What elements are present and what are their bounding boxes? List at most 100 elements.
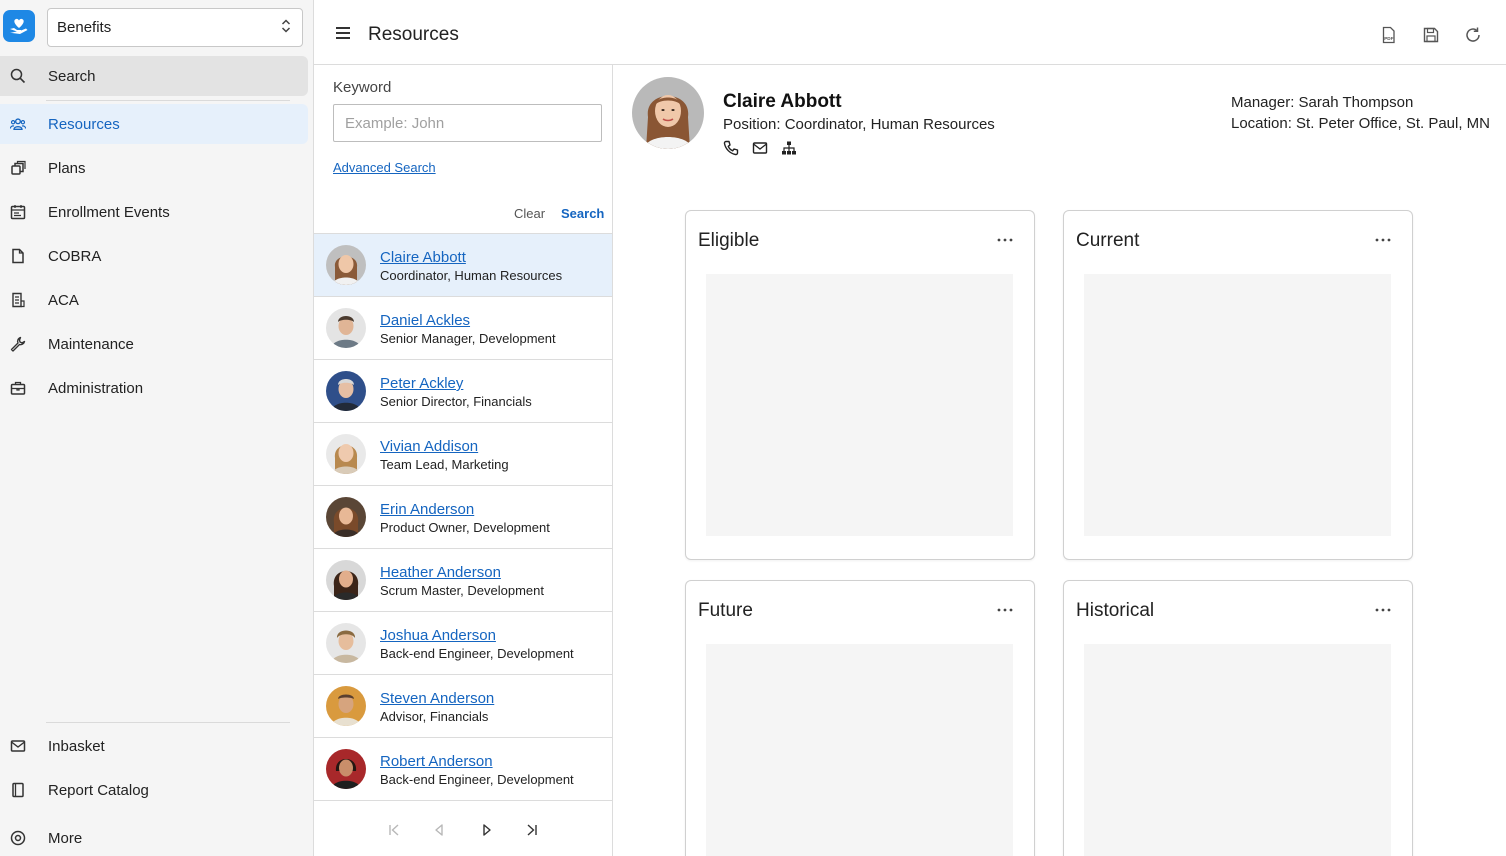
sidebar-item-label: COBRA <box>48 247 102 265</box>
sidebar-item-report-catalog[interactable]: Report Catalog <box>0 770 308 810</box>
result-title: Product Owner, Development <box>380 520 550 535</box>
sidebar: Benefits Search Resources Plans Enrollme… <box>0 0 314 856</box>
avatar <box>326 686 366 726</box>
avatar <box>326 308 366 348</box>
result-title: Senior Manager, Development <box>380 331 556 346</box>
hamburger-menu-icon[interactable] <box>336 27 350 39</box>
contact-icons <box>723 140 797 156</box>
form-list-icon <box>10 292 26 308</box>
email-icon[interactable] <box>752 140 768 156</box>
sidebar-item-label: Maintenance <box>48 335 134 353</box>
pagination <box>314 818 612 842</box>
phone-icon[interactable] <box>723 140 739 156</box>
historical-card: Historical <box>1063 580 1413 856</box>
card-title: Future <box>698 600 753 621</box>
wrench-icon <box>10 336 26 352</box>
avatar <box>326 623 366 663</box>
result-name-link[interactable]: Vivian Addison <box>380 438 478 455</box>
more-options-icon[interactable] <box>1374 601 1392 619</box>
advanced-search-link[interactable]: Advanced Search <box>333 160 436 175</box>
book-icon <box>10 782 26 798</box>
sidebar-item-resources[interactable]: Resources <box>0 104 308 144</box>
sidebar-item-plans[interactable]: Plans <box>0 148 308 188</box>
card-content-placeholder <box>706 644 1013 856</box>
result-name-link[interactable]: Heather Anderson <box>380 564 501 581</box>
previous-page-icon[interactable] <box>431 822 447 838</box>
top-bar: Resources PDF <box>314 0 1506 65</box>
result-name-link[interactable]: Daniel Ackles <box>380 312 470 329</box>
clear-button[interactable]: Clear <box>514 206 545 221</box>
org-chart-icon[interactable] <box>781 140 797 156</box>
current-card: Current <box>1063 210 1413 560</box>
avatar <box>326 434 366 474</box>
card-title: Current <box>1076 230 1140 251</box>
result-row[interactable]: Daniel Ackles Senior Manager, Developmen… <box>314 297 612 360</box>
result-row[interactable]: Joshua Anderson Back-end Engineer, Devel… <box>314 612 612 675</box>
export-pdf-icon[interactable]: PDF <box>1378 24 1400 46</box>
result-row[interactable]: Peter Ackley Senior Director, Financials <box>314 360 612 423</box>
sidebar-search[interactable]: Search <box>0 56 308 96</box>
sidebar-item-cobra[interactable]: COBRA <box>0 236 308 276</box>
card-content-placeholder <box>1084 644 1391 856</box>
result-row[interactable]: Erin Anderson Product Owner, Development <box>314 486 612 549</box>
profile-photo <box>632 77 704 149</box>
next-page-icon[interactable] <box>479 822 495 838</box>
avatar <box>326 371 366 411</box>
result-row[interactable]: Vivian Addison Team Lead, Marketing <box>314 423 612 486</box>
result-title: Team Lead, Marketing <box>380 457 509 472</box>
result-row[interactable]: Robert Anderson Back-end Engineer, Devel… <box>314 738 612 801</box>
save-icon[interactable] <box>1420 24 1442 46</box>
search-panel: Keyword Advanced Search Clear Search Cla… <box>314 65 613 856</box>
sidebar-item-label: Resources <box>48 115 120 133</box>
sidebar-item-enrollment-events[interactable]: Enrollment Events <box>0 192 308 232</box>
result-title: Senior Director, Financials <box>380 394 532 409</box>
card-title: Historical <box>1076 600 1155 621</box>
sidebar-item-label: Inbasket <box>48 737 105 755</box>
result-row[interactable]: Heather Anderson Scrum Master, Developme… <box>314 549 612 612</box>
result-name-link[interactable]: Peter Ackley <box>380 375 463 392</box>
sidebar-item-label: Administration <box>48 379 144 397</box>
result-name-link[interactable]: Erin Anderson <box>380 501 474 518</box>
sidebar-item-administration[interactable]: Administration <box>0 368 308 408</box>
employee-location: Location: St. Peter Office, St. Paul, MN <box>1231 115 1491 132</box>
result-title: Back-end Engineer, Development <box>380 646 574 661</box>
module-select[interactable]: Benefits <box>47 8 303 47</box>
more-options-icon[interactable] <box>1374 231 1392 249</box>
sidebar-item-label: Plans <box>48 159 86 177</box>
refresh-icon[interactable] <box>1462 24 1484 46</box>
result-title: Coordinator, Human Resources <box>380 268 563 283</box>
chevron-up-down-icon <box>280 18 292 38</box>
more-options-icon[interactable] <box>996 601 1014 619</box>
document-icon <box>10 248 26 264</box>
result-name-link[interactable]: Robert Anderson <box>380 753 493 770</box>
employee-manager: Manager: Sarah Thompson <box>1231 94 1414 111</box>
result-name-link[interactable]: Joshua Anderson <box>380 627 496 644</box>
last-page-icon[interactable] <box>524 822 540 838</box>
app-logo-heart-hand-icon[interactable] <box>3 10 35 42</box>
results-list: Claire Abbott Coordinator, Human Resourc… <box>314 233 612 801</box>
settings-circle-icon <box>10 830 26 846</box>
sidebar-search-label: Search <box>48 67 96 85</box>
divider <box>46 100 290 101</box>
result-row[interactable]: Claire Abbott Coordinator, Human Resourc… <box>314 234 612 297</box>
employee-name: Claire Abbott <box>723 91 842 112</box>
more-options-icon[interactable] <box>996 231 1014 249</box>
sidebar-item-label: Enrollment Events <box>48 203 170 221</box>
sidebar-item-label: More <box>48 829 83 847</box>
sidebar-item-aca[interactable]: ACA <box>0 280 308 320</box>
search-button[interactable]: Search <box>561 206 604 221</box>
result-name-link[interactable]: Steven Anderson <box>380 690 494 707</box>
sidebar-item-maintenance[interactable]: Maintenance <box>0 324 308 364</box>
sidebar-item-more[interactable]: More <box>0 818 308 856</box>
sidebar-item-inbasket[interactable]: Inbasket <box>0 726 308 766</box>
divider <box>46 722 290 723</box>
card-content-placeholder <box>706 274 1013 536</box>
result-name-link[interactable]: Claire Abbott <box>380 249 466 266</box>
sidebar-item-label: ACA <box>48 291 79 309</box>
detail-panel: Claire Abbott Position: Coordinator, Hum… <box>613 65 1506 856</box>
sidebar-item-label: Report Catalog <box>48 781 149 799</box>
keyword-input[interactable] <box>333 104 602 142</box>
result-row[interactable]: Steven Anderson Advisor, Financials <box>314 675 612 738</box>
card-content-placeholder <box>1084 274 1391 536</box>
first-page-icon[interactable] <box>386 822 402 838</box>
